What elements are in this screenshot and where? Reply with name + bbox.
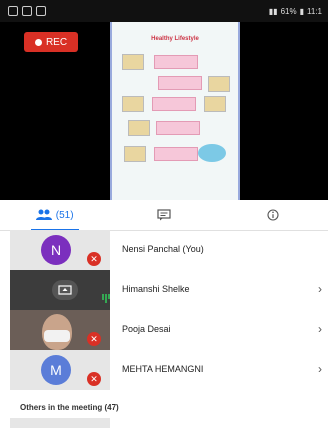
tab-info[interactable] [219, 200, 328, 230]
info-icon [267, 209, 279, 221]
mic-off-icon: ✕ [87, 252, 101, 266]
avatar: M [41, 355, 71, 385]
present-screen-icon [52, 280, 78, 300]
tab-chat[interactable] [109, 200, 218, 230]
tab-people[interactable]: (51) [0, 200, 109, 231]
tab-bar: (51) [0, 200, 328, 231]
battery-level: 61% [280, 6, 297, 16]
chevron-right-icon[interactable]: › [318, 362, 322, 376]
participant-name: Himanshi Shelke [122, 284, 190, 294]
clock: 11:1 [307, 6, 322, 16]
slide-title: Healthy Lifestyle [151, 36, 199, 42]
mic-off-icon: ✕ [87, 332, 101, 346]
presenting-thumbnail [10, 270, 110, 310]
mic-off-icon: ✕ [87, 372, 101, 386]
status-bar: ▮▮ 61% ▮ 11:1 [0, 0, 328, 22]
participant-row[interactable]: M ✕ MEHTA HEMANGNI › [0, 350, 328, 390]
battery-icon: ▮ [299, 6, 305, 16]
chevron-right-icon[interactable]: › [318, 282, 322, 296]
participant-thumbnail [10, 418, 110, 428]
participant-name: Nensi Panchal (You) [122, 244, 204, 254]
participant-row[interactable]: Himanshi Shelke › [0, 270, 328, 310]
presentation-view[interactable]: REC Healthy Lifestyle [0, 22, 328, 200]
participant-row[interactable]: ✕ Pooja Desai › [0, 310, 328, 350]
signal-icon: ▮▮ [268, 6, 278, 16]
notification-icons [0, 6, 46, 16]
participant-name: MEHTA HEMANGNI [122, 364, 204, 374]
system-status: ▮▮ 61% ▮ 11:1 [269, 7, 328, 16]
participant-name: Pooja Desai [122, 324, 171, 334]
rec-label: REC [45, 36, 68, 48]
audio-level-icon [102, 294, 110, 303]
slide-row [118, 118, 232, 136]
participant-count: (51) [55, 209, 74, 221]
slide-row [118, 74, 232, 92]
avatar: N [41, 235, 71, 265]
shared-slide: Healthy Lifestyle [110, 22, 240, 200]
participant-list: N ✕ Nensi Panchal (You) Himanshi Shelke … [0, 230, 328, 390]
people-icon [35, 209, 52, 220]
slide-row [118, 94, 232, 112]
chevron-right-icon[interactable]: › [318, 322, 322, 336]
slide-row [118, 144, 232, 162]
slide-row [118, 52, 232, 70]
others-section-label: Others in the meeting (47) [20, 403, 119, 412]
participant-row[interactable]: N ✕ Nensi Panchal (You) [0, 230, 328, 270]
record-icon [34, 38, 42, 46]
chat-icon [157, 209, 171, 221]
recording-indicator[interactable]: REC [24, 32, 78, 52]
